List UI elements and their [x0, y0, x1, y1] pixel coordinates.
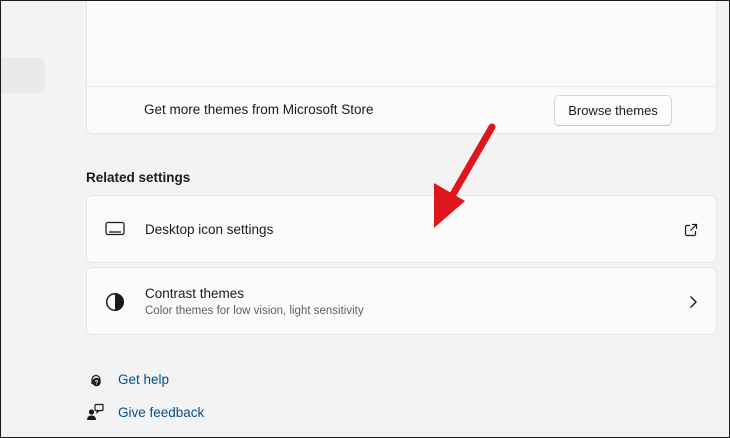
- divider: [87, 86, 716, 87]
- give-feedback-label[interactable]: Give feedback: [118, 405, 204, 420]
- feedback-icon: [87, 403, 104, 420]
- card-title: Desktop icon settings: [145, 222, 274, 237]
- contrast-themes-card[interactable]: Contrast themes Color themes for low vis…: [86, 267, 717, 335]
- external-link-icon: [684, 223, 698, 237]
- related-settings-header: Related settings: [86, 170, 191, 185]
- browse-themes-button[interactable]: Browse themes: [554, 95, 672, 126]
- svg-text:?: ?: [95, 379, 99, 386]
- store-themes-text: Get more themes from Microsoft Store: [144, 102, 374, 117]
- monitor-icon: [105, 221, 125, 236]
- chevron-right-icon: [690, 296, 697, 308]
- contrast-icon: [105, 292, 125, 312]
- nav-selected-item[interactable]: [0, 58, 45, 93]
- desktop-icon-settings-card[interactable]: Desktop icon settings: [86, 195, 717, 263]
- get-help-label[interactable]: Get help: [118, 372, 169, 387]
- give-feedback-link[interactable]: Give feedback: [86, 401, 204, 423]
- help-icon: ?: [91, 374, 101, 387]
- card-subtitle: Color themes for low vision, light sensi…: [145, 305, 364, 317]
- annotation-arrow-icon: [434, 123, 496, 228]
- get-help-link[interactable]: ? Get help: [86, 368, 169, 390]
- card-title: Contrast themes: [145, 286, 245, 301]
